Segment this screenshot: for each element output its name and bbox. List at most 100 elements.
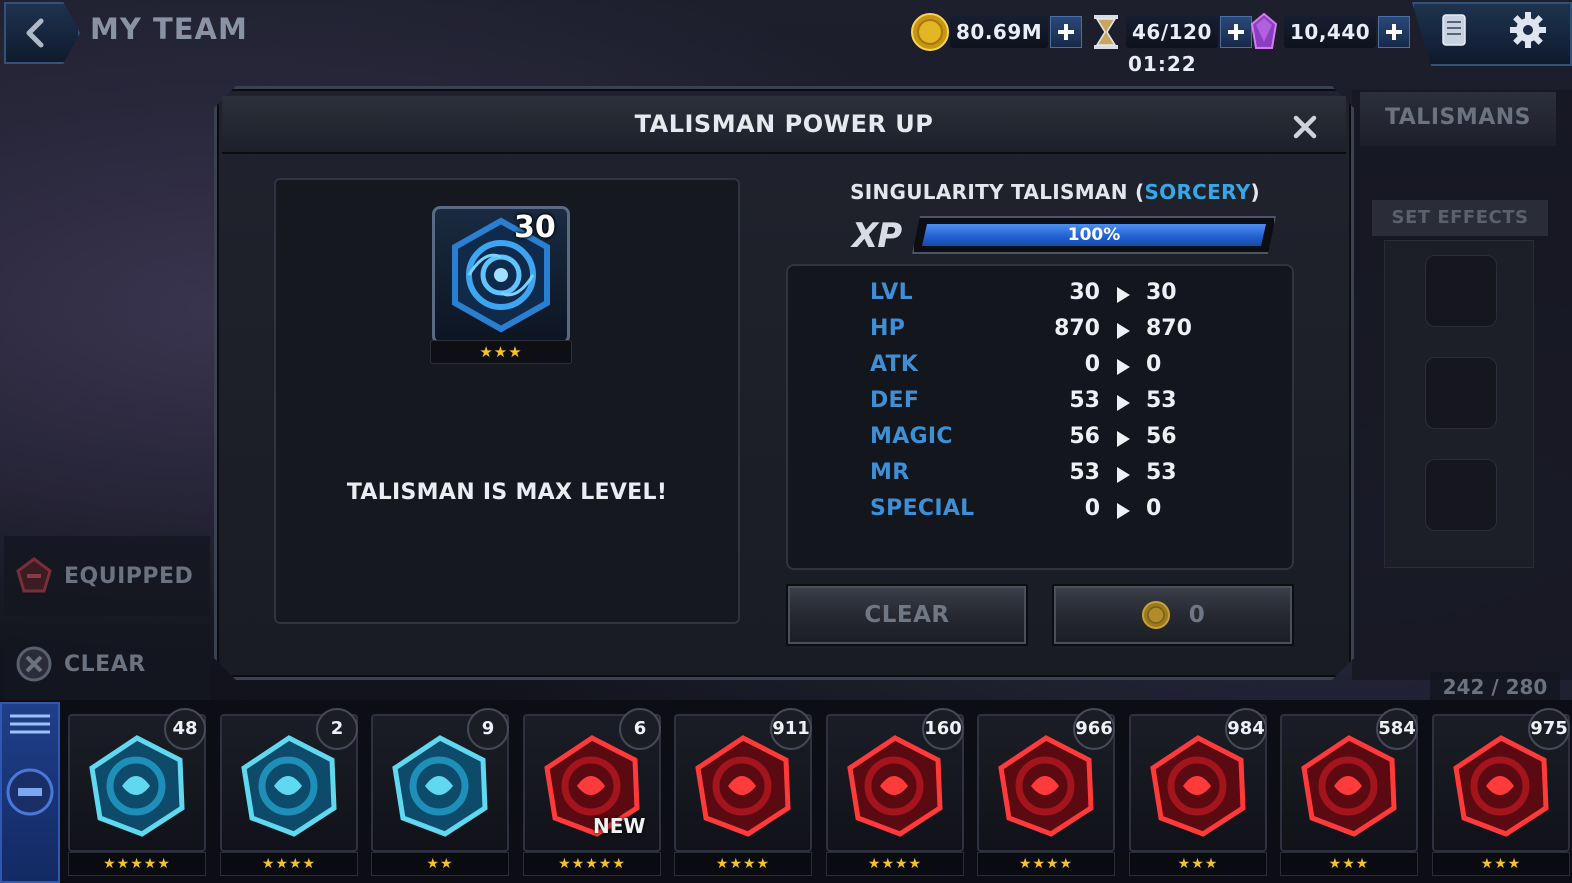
stat-row: DEF 53 53: [786, 388, 1294, 424]
menu-icon: [6, 714, 54, 816]
stat-current-value: 0: [1084, 496, 1100, 521]
gear-icon: [1510, 12, 1546, 48]
add-gems-button[interactable]: [1378, 16, 1411, 48]
inventory-item-count: 48: [164, 708, 206, 750]
talisman-class: SORCERY: [1144, 180, 1251, 204]
stat-next-value: 53: [1146, 388, 1177, 413]
new-badge: NEW: [593, 814, 646, 838]
gold-coin-icon: [1141, 601, 1170, 629]
plus-icon: [1058, 24, 1075, 40]
energy-value: 46/120: [1126, 16, 1218, 48]
inventory-menu-button[interactable]: [0, 702, 60, 883]
clear-filter[interactable]: CLEAR: [4, 624, 210, 704]
inventory-item-count: 6: [619, 708, 661, 750]
stat-next-value: 0: [1146, 352, 1162, 377]
arrow-right-icon: [1117, 323, 1130, 339]
inventory-item-stars: ★★★★★: [68, 852, 206, 876]
stat-current-value: 56: [1069, 424, 1100, 449]
inventory-item-count: 975: [1528, 708, 1570, 750]
energy-currency: 46/120: [1086, 12, 1252, 52]
back-arrow-icon: [26, 18, 44, 48]
inventory-item-stars: ★★★★: [220, 852, 358, 876]
stat-next-value: 0: [1146, 496, 1162, 521]
stat-name: SPECIAL: [870, 496, 975, 521]
clear-label: CLEAR: [64, 651, 146, 677]
left-filter-panel: EQUIPPED CLEAR: [0, 530, 240, 704]
arrow-right-icon: [1117, 287, 1130, 303]
stat-name: HP: [870, 316, 906, 341]
plus-icon: [1386, 24, 1403, 40]
set-slot[interactable]: [1425, 255, 1497, 327]
clear-button[interactable]: CLEAR: [788, 586, 1026, 644]
energy-timer: 01:22: [1128, 52, 1197, 76]
stat-current-value: 53: [1069, 388, 1100, 413]
inventory-item-stars: ★★★★: [826, 852, 964, 876]
tab-talismans[interactable]: TALISMANS: [1360, 92, 1556, 146]
inventory-item-stars: ★★★: [1432, 852, 1570, 876]
settings-button[interactable]: [1506, 8, 1550, 52]
hourglass-icon: [1094, 15, 1118, 49]
stat-current-value: 53: [1069, 460, 1100, 485]
stat-next-value: 870: [1146, 316, 1192, 341]
stat-name: MR: [870, 460, 910, 485]
inventory-item-stars: ★★★★★: [523, 852, 661, 876]
power-up-cost: 0: [1188, 602, 1206, 628]
stat-row: MAGIC 56 56: [786, 424, 1294, 460]
inventory-item-count: 160: [922, 708, 964, 750]
close-icon: [1293, 115, 1317, 139]
gem-icon: [1250, 12, 1278, 49]
xp-bar: 100%: [912, 216, 1276, 254]
stat-current-value: 870: [1054, 316, 1100, 341]
talisman-name-prefix: SINGULARITY TALISMAN (: [850, 180, 1145, 204]
max-level-message: TALISMAN IS MAX LEVEL!: [346, 480, 668, 505]
xp-percent: 100%: [1067, 225, 1121, 245]
set-slot-panel: [1384, 240, 1534, 568]
arrow-right-icon: [1117, 431, 1130, 447]
scroll-icon: [1442, 14, 1466, 46]
page-title: MY TEAM: [90, 12, 248, 46]
stat-name: LVL: [870, 280, 913, 305]
stat-name: MAGIC: [870, 424, 953, 449]
stat-next-value: 56: [1146, 424, 1177, 449]
stat-current-value: 0: [1084, 352, 1100, 377]
arrow-right-icon: [1117, 359, 1130, 375]
xp-label: XP: [852, 216, 902, 256]
inventory-item-stars: ★★★★: [977, 852, 1115, 876]
stat-name: DEF: [870, 388, 920, 413]
gem-value: 10,440: [1284, 16, 1377, 48]
inventory-item-stars: ★★★: [1129, 852, 1267, 876]
close-button[interactable]: [1288, 110, 1322, 144]
stat-next-value: 53: [1146, 460, 1177, 485]
inventory-item-count: 584: [1376, 708, 1418, 750]
stat-row: LVL 30 30: [786, 280, 1294, 316]
equipped-filter[interactable]: EQUIPPED: [4, 536, 210, 616]
modal-title: TALISMAN POWER UP: [634, 110, 934, 138]
stat-row: MR 53 53: [786, 460, 1294, 496]
gold-value: 80.69M: [950, 16, 1049, 48]
inventory-item-count: 966: [1073, 708, 1115, 750]
talisman-stars: ★★★: [430, 340, 572, 364]
inventory-item-stars: ★★: [371, 852, 509, 876]
clear-icon: [16, 646, 52, 682]
inventory-item-stars: ★★★: [1280, 852, 1418, 876]
stat-name: ATK: [870, 352, 919, 377]
back-button[interactable]: [4, 2, 80, 64]
arrow-right-icon: [1117, 395, 1130, 411]
stat-row: HP 870 870: [786, 316, 1294, 352]
inventory-item-stars: ★★★★: [674, 852, 812, 876]
power-up-button[interactable]: 0: [1054, 586, 1292, 644]
arrow-right-icon: [1117, 467, 1130, 483]
set-slot[interactable]: [1425, 357, 1497, 429]
talisman-level: 30: [514, 210, 556, 245]
talisman-name-suffix: ): [1250, 180, 1260, 204]
add-gold-button[interactable]: [1050, 16, 1083, 48]
quests-button[interactable]: [1432, 8, 1476, 52]
arrow-right-icon: [1117, 503, 1130, 519]
set-effects-label[interactable]: SET EFFECTS: [1372, 200, 1548, 236]
gem-currency: 10,440: [1244, 12, 1411, 52]
set-slot[interactable]: [1425, 459, 1497, 531]
gold-currency: 80.69M: [910, 12, 1083, 52]
stat-row: SPECIAL 0 0: [786, 496, 1294, 532]
equipped-label: EQUIPPED: [64, 563, 194, 589]
equipped-icon: [16, 557, 52, 593]
